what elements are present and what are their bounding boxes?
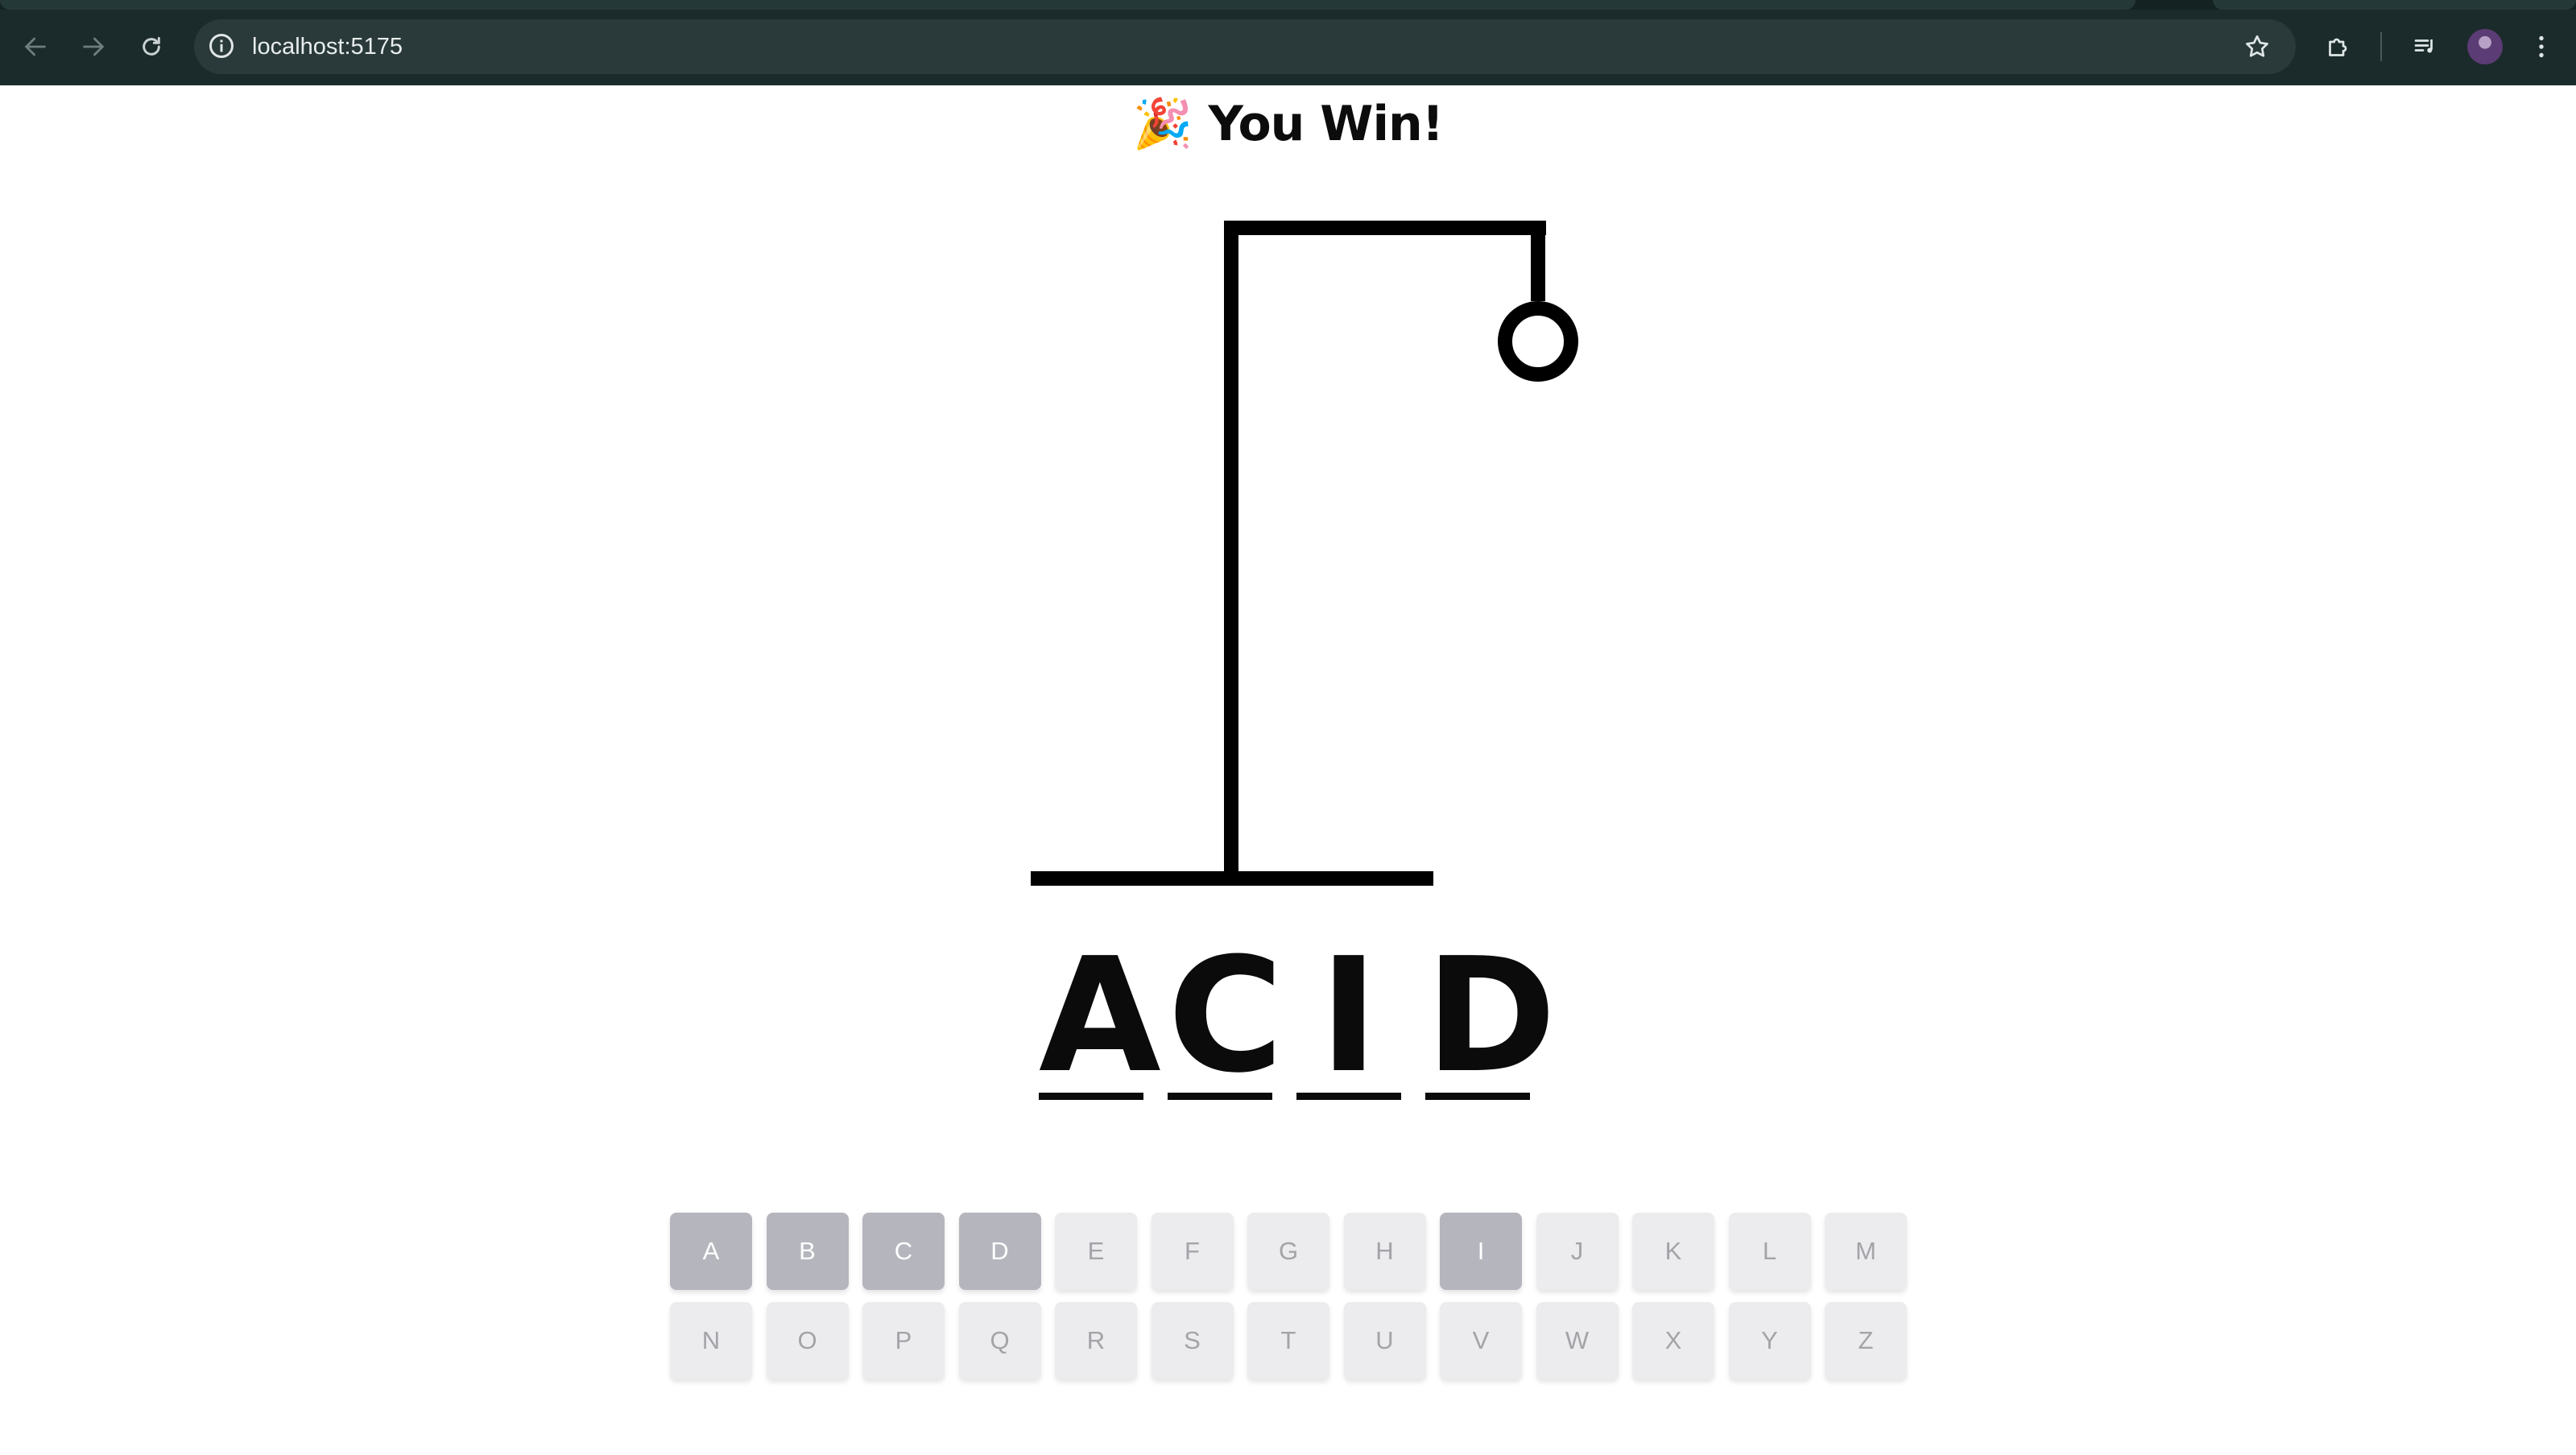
active-tab[interactable] [0, 0, 2136, 10]
key-e[interactable]: E [1055, 1213, 1137, 1290]
reload-icon [143, 36, 160, 56]
letter-slot: D [1425, 937, 1557, 1100]
key-d[interactable]: D [958, 1213, 1041, 1290]
key-w[interactable]: W [1536, 1302, 1619, 1379]
result-text: You Win! [1208, 96, 1445, 152]
tab-strip [0, 0, 2576, 10]
reload-button[interactable] [129, 24, 174, 69]
key-m[interactable]: M [1825, 1213, 1907, 1290]
key-q[interactable]: Q [958, 1302, 1041, 1379]
puzzle-icon [2329, 38, 2347, 56]
letter-keyboard: ABCDEFGHIJKLM NOPQRSTUVWXYZ [670, 1213, 1907, 1379]
revealed-letter: D [1425, 924, 1557, 1108]
new-tab-area[interactable] [2213, 0, 2576, 10]
extensions-button[interactable] [2316, 24, 2361, 69]
arrow-right-icon [83, 37, 105, 56]
gallows-pole [1224, 221, 1238, 878]
key-f[interactable]: F [1151, 1213, 1234, 1290]
kebab-menu-icon [2539, 35, 2544, 58]
key-v[interactable]: V [1440, 1302, 1522, 1379]
key-a[interactable]: A [670, 1213, 752, 1290]
key-i[interactable]: I [1440, 1213, 1522, 1290]
key-u[interactable]: U [1343, 1302, 1426, 1379]
hangman-head [1498, 301, 1578, 382]
forward-button[interactable] [71, 24, 116, 69]
browser-toolbar: localhost:5175 [0, 0, 2576, 85]
profile-avatar[interactable] [2467, 29, 2503, 64]
gallows-rope [1531, 221, 1545, 301]
word-display: ACID [1039, 937, 1557, 1100]
key-j[interactable]: J [1536, 1213, 1619, 1290]
url-text[interactable]: localhost:5175 [252, 19, 403, 74]
key-p[interactable]: P [862, 1302, 945, 1379]
arrow-left-icon [24, 37, 46, 56]
key-h[interactable]: H [1343, 1213, 1426, 1290]
key-s[interactable]: S [1151, 1302, 1234, 1379]
revealed-letter: C [1168, 924, 1284, 1108]
hangman-page: 🎉 You Win! ACID ABCDEFGHIJKLMNOPQRSTUVWX… [0, 85, 2576, 1455]
party-popper-icon: 🎉 [1132, 96, 1193, 152]
key-t[interactable]: T [1247, 1302, 1329, 1379]
key-z[interactable]: Z [1825, 1302, 1907, 1379]
revealed-letter: A [1039, 924, 1161, 1108]
site-info-icon[interactable] [207, 31, 236, 60]
result-message: 🎉 You Win! [0, 95, 2576, 152]
letter-slot: A [1039, 937, 1161, 1100]
key-o[interactable]: O [766, 1302, 849, 1379]
gallows-base [1031, 871, 1433, 886]
key-n[interactable]: N [670, 1302, 752, 1379]
playlist-icon [2414, 39, 2433, 53]
media-controls-button[interactable] [2403, 24, 2448, 69]
key-y[interactable]: Y [1728, 1302, 1811, 1379]
key-g[interactable]: G [1247, 1213, 1329, 1290]
key-c[interactable]: C [862, 1213, 945, 1290]
bookmark-star-icon[interactable] [2243, 32, 2272, 61]
letter-slot: I [1296, 937, 1401, 1100]
key-k[interactable]: K [1632, 1213, 1714, 1290]
gallows-beam [1224, 221, 1546, 235]
toolbar-divider [2380, 32, 2382, 61]
key-b[interactable]: B [766, 1213, 849, 1290]
revealed-letter: I [1319, 924, 1379, 1108]
key-r[interactable]: R [1055, 1302, 1137, 1379]
key-l[interactable]: L [1728, 1213, 1811, 1290]
address-bar[interactable]: localhost:5175 [194, 19, 2296, 74]
letter-slot: C [1168, 937, 1284, 1100]
menu-button[interactable] [2519, 24, 2564, 69]
back-button[interactable] [13, 24, 58, 69]
key-x[interactable]: X [1632, 1302, 1714, 1379]
